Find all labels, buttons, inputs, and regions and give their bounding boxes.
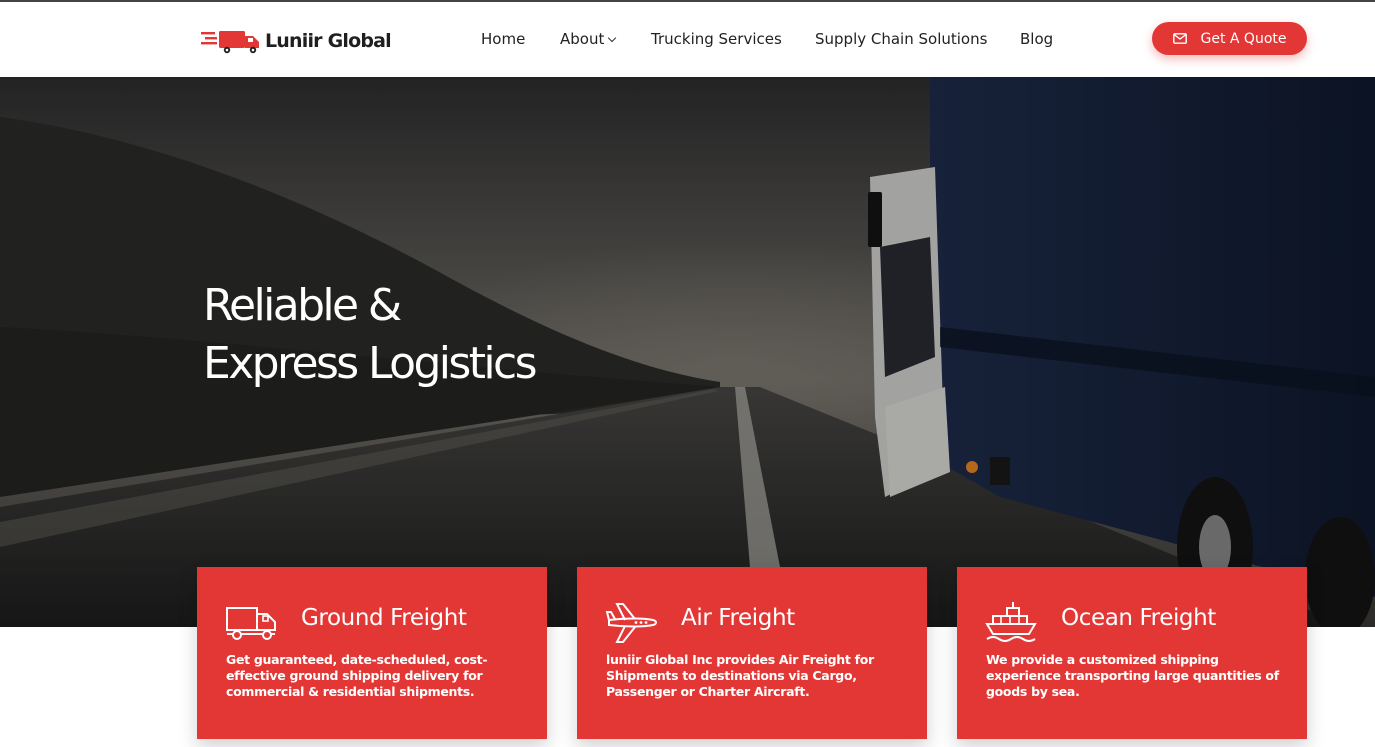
airplane-icon xyxy=(605,603,657,643)
chevron-down-icon xyxy=(608,33,617,43)
hero-title: Reliable & Express Logistics xyxy=(203,277,623,393)
nav-item-about-label: About xyxy=(560,30,605,48)
get-a-quote-button[interactable]: Get A Quote xyxy=(1152,22,1307,55)
site-header: Luniir Global Home About Trucking Servic… xyxy=(0,2,1375,77)
service-title: Air Freight xyxy=(681,605,795,631)
cargo-ship-icon xyxy=(985,602,1037,642)
service-title: Ocean Freight xyxy=(1061,605,1216,631)
service-card-ground-freight[interactable]: Ground Freight Get guaranteed, date-sche… xyxy=(197,567,547,739)
nav-item-home[interactable]: Home xyxy=(481,30,525,48)
nav-item-about[interactable]: About xyxy=(560,30,617,48)
hero-banner: Reliable & Express Logistics xyxy=(0,77,1375,627)
service-card-air-freight[interactable]: Air Freight luniir Global Inc provides A… xyxy=(577,567,927,739)
service-description: Get guaranteed, date-scheduled, cost-eff… xyxy=(226,652,488,699)
service-description: We provide a customized shipping experie… xyxy=(986,652,1279,699)
delivery-truck-icon xyxy=(226,607,276,640)
service-card-ocean-freight[interactable]: Ocean Freight We provide a customized sh… xyxy=(957,567,1307,739)
service-description: luniir Global Inc provides Air Freight f… xyxy=(606,652,874,699)
get-a-quote-label: Get A Quote xyxy=(1200,30,1287,47)
hero-title-line-2: Express Logistics xyxy=(203,338,538,389)
hero-title-line-1: Reliable & xyxy=(203,280,402,331)
envelope-icon xyxy=(1172,33,1187,44)
service-title: Ground Freight xyxy=(301,605,467,631)
nav-item-supply-chain-solutions[interactable]: Supply Chain Solutions xyxy=(815,30,987,48)
nav-item-trucking-services[interactable]: Trucking Services xyxy=(651,30,782,48)
nav-item-blog[interactable]: Blog xyxy=(1020,30,1053,48)
